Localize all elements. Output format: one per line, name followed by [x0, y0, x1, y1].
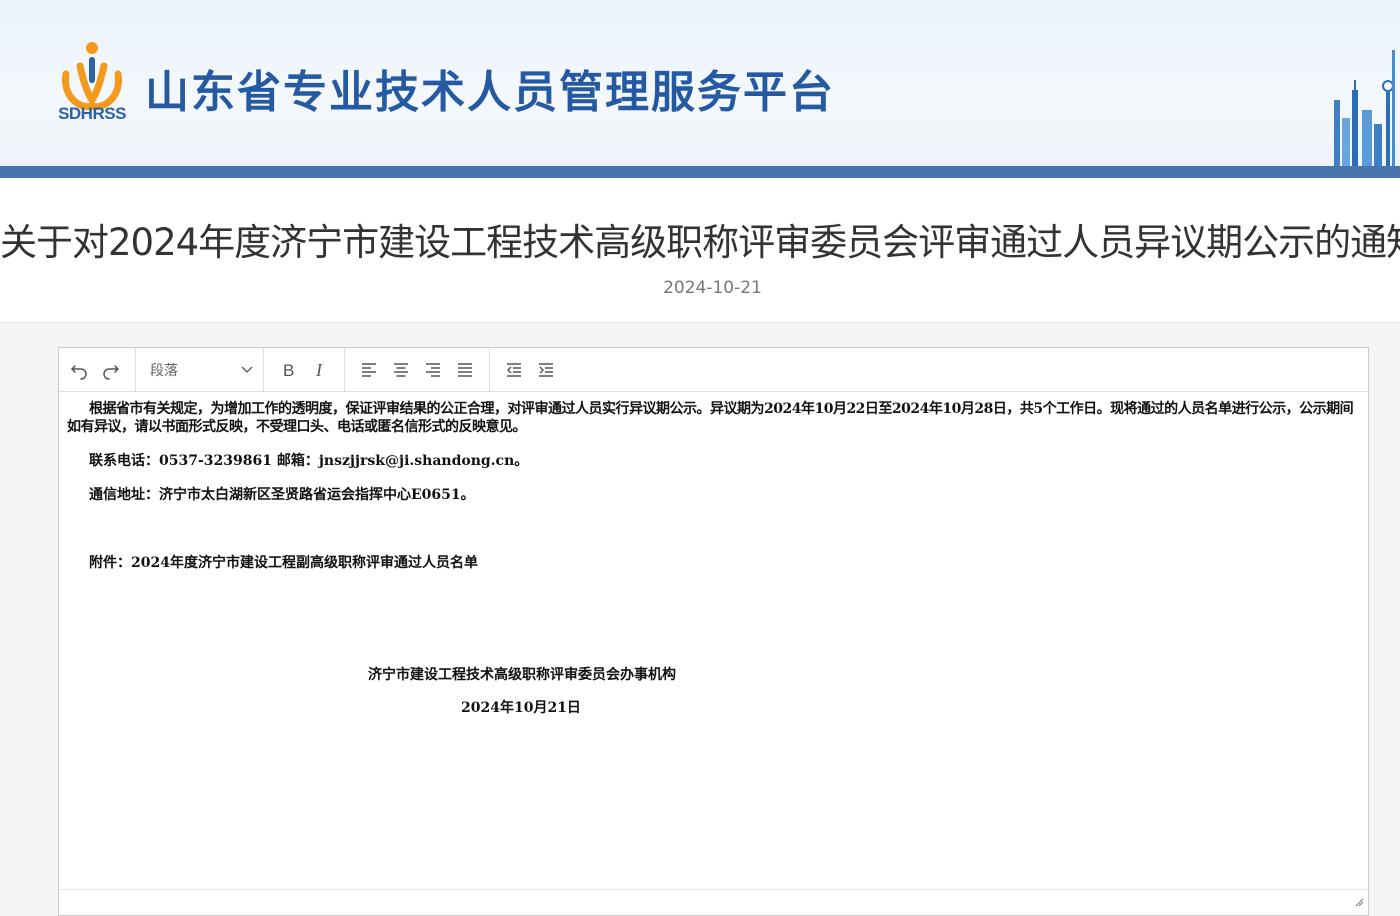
bold-icon[interactable]: B	[272, 354, 304, 386]
signature-organization: 济宁市建设工程技术高级职称评审委员会办事机构	[368, 667, 676, 683]
resize-handle-icon[interactable]	[1354, 897, 1364, 907]
city-skyline-graphic	[1334, 50, 1395, 166]
site-title[interactable]: 山东省专业技术人员管理服务平台	[145, 56, 835, 120]
indent-icon[interactable]	[530, 354, 562, 386]
contact-info: 联系电话：0537-3239861 邮箱：jnszjjrsk@ji.shando…	[89, 453, 529, 469]
svg-text:B: B	[283, 361, 294, 380]
article-header: 关于对2024年度济宁市建设工程技术高级职称评审委员会评审通过人员异议期公示的通…	[0, 178, 1400, 323]
article-title: 关于对2024年度济宁市建设工程技术高级职称评审委员会评审通过人员异议期公示的通…	[0, 221, 1400, 264]
italic-icon[interactable]: I	[304, 354, 336, 386]
undo-icon[interactable]	[63, 354, 95, 386]
attachment-line: 附件：2024年度济宁市建设工程副高级职称评审通过人员名单	[89, 555, 478, 571]
address-info: 通信地址：济宁市太白湖新区圣贤路省运会指挥中心E0651。	[89, 487, 475, 503]
notice-paragraph: 根据省市有关规定，为增加工作的透明度，保证评审结果的公正合理，对评审通过人员实行…	[67, 401, 1354, 435]
block-format-value: 段落	[150, 362, 178, 379]
editor-content[interactable]: 根据省市有关规定，为增加工作的透明度，保证评审结果的公正合理，对评审通过人员实行…	[67, 400, 1360, 588]
align-center-icon[interactable]	[385, 354, 417, 386]
align-left-icon[interactable]	[353, 354, 385, 386]
editor-footer-bar	[59, 889, 1368, 915]
indent-group	[490, 348, 570, 392]
alignment-group	[345, 347, 490, 392]
site-header: SDHRSS 山东省专业技术人员管理服务平台	[0, 0, 1400, 166]
align-right-icon[interactable]	[417, 354, 449, 386]
outdent-icon[interactable]	[498, 354, 530, 386]
redo-icon[interactable]	[95, 354, 127, 386]
editor-toolbar: 段落 B I	[59, 347, 1368, 392]
svg-text:I: I	[315, 360, 323, 380]
align-justify-icon[interactable]	[449, 354, 481, 386]
history-group	[59, 347, 136, 392]
block-format-select[interactable]: 段落	[136, 347, 264, 392]
header-stripe	[0, 166, 1400, 178]
signature-date: 2024年10月21日	[461, 700, 581, 716]
text-style-group: B I	[264, 347, 345, 392]
chevron-down-icon	[241, 365, 253, 373]
logo-text: SDHRSS	[58, 104, 126, 123]
rich-text-editor[interactable]: 段落 B I 根据省市有关规定，为增加工作的透明度，保证评审结果的公正合理，对评…	[58, 347, 1369, 916]
article-date: 2024-10-21	[663, 278, 762, 298]
